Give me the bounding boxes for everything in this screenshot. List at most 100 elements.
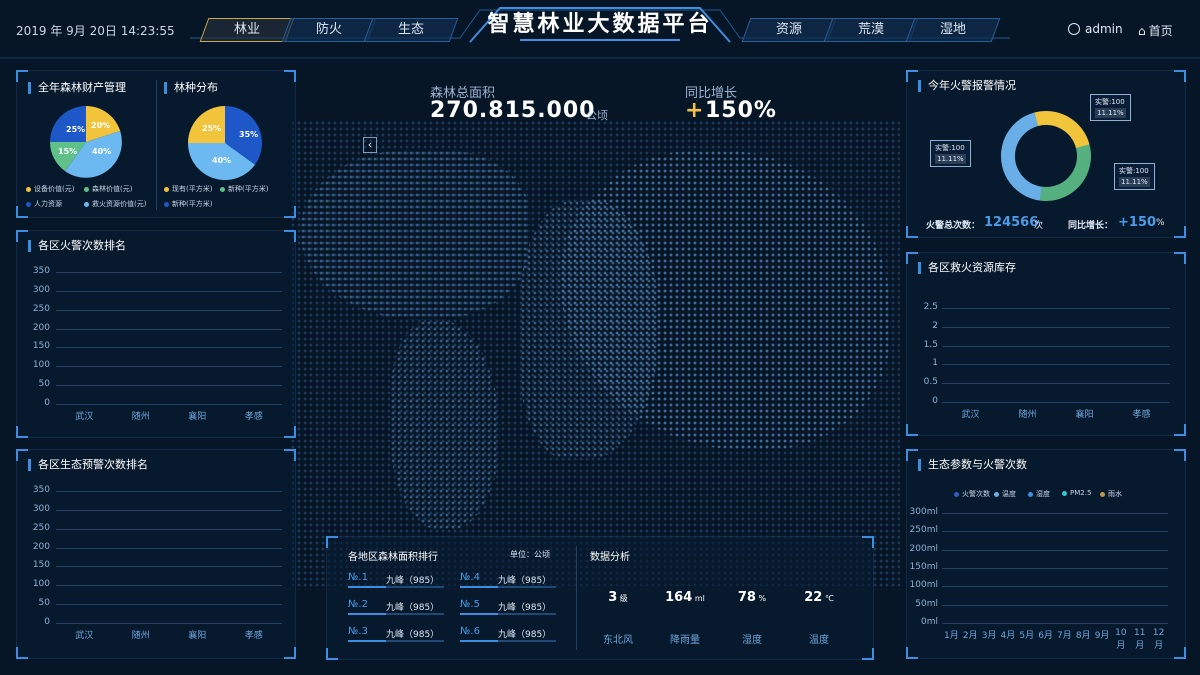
alarm-callout-2: 实警:100 11.11% — [930, 140, 971, 167]
eco-params-legend-item: 温度 — [994, 489, 1016, 499]
alarm-callout-1: 实警:100 11.11% — [1090, 94, 1131, 121]
assets-pie — [50, 106, 122, 178]
analysis-title: 数据分析 — [590, 552, 630, 563]
panel-eco-params-xtick: 6月 — [1038, 631, 1053, 641]
panel-eco-rank-ytick: 250 — [32, 522, 50, 533]
panel-rescue-xtick: 襄阳 — [1075, 410, 1094, 420]
panel-eco-params-gridline — [942, 531, 1168, 533]
panel-eco-rank-xtick: 随州 — [131, 631, 150, 641]
analysis-stat-value: 3 级 — [608, 590, 628, 605]
user-menu[interactable]: admin — [1068, 22, 1123, 36]
forest-area-unit: 公顷 — [586, 109, 608, 122]
pie2-label-1: 35% — [239, 130, 259, 139]
area-rank-bar — [460, 586, 556, 588]
page-title: 智慧林业大数据平台 — [487, 12, 713, 37]
analysis-stat-value: 22 ℃ — [804, 590, 834, 605]
alarm-callout-3: 实警:100 11.11% — [1114, 163, 1155, 190]
panel-eco-rank-ytick: 150 — [32, 560, 50, 571]
panel-eco-params: 生态参数与火警次数 300ml 250ml 200ml 150ml 100ml 50ml 0… — [906, 449, 1186, 659]
area-rank-number: №.1 — [348, 572, 368, 583]
panel-eco-params-gridline — [942, 604, 1168, 606]
area-rank-number: №.5 — [460, 599, 480, 610]
panel-fire-rank-ytick: 300 — [32, 284, 50, 295]
panel-eco-rank-xtick: 武汉 — [75, 631, 94, 641]
pie1-legend-4: 救火资源价值(元) — [84, 199, 146, 209]
pie1-legend-1: 设备价值(元) — [26, 184, 74, 194]
panel-rescue-ytick: 1 — [932, 358, 938, 369]
alarm-growth-label: 同比增长： — [1068, 221, 1114, 231]
panel-eco-rank-gridline — [56, 623, 282, 624]
area-rank-bar — [348, 640, 444, 642]
panel-eco-params-ytick: 100ml — [909, 580, 938, 591]
panel-eco-params-xtick: 4月 — [1000, 631, 1016, 641]
panel-fire-rank-gridline — [56, 328, 282, 330]
alarm-total-unit: 次 — [1034, 221, 1044, 231]
tab-resources[interactable]: 资源 — [741, 18, 837, 42]
pie1-legend-3: 人力资源 — [26, 199, 62, 209]
panel-fire-rank-title: 各区火警次数排名 — [28, 240, 126, 252]
panel-eco-params-xtick: 11月 — [1134, 628, 1146, 651]
panel-bottom-center: 各地区森林面积排行 单位：公顷 数据分析 №.1 九峰（985） №.2 九峰（985… — [326, 536, 874, 660]
panel-fire-rank-ytick: 200 — [32, 322, 50, 333]
alarm-growth-value: +150 — [1118, 215, 1157, 230]
analysis-stat-label: 温度 — [809, 635, 829, 646]
panel-eco-rank-ytick: 350 — [32, 485, 50, 495]
area-rank-number: №.6 — [460, 626, 480, 637]
pie2-label-2: 40% — [212, 156, 232, 165]
panel-fire-rank-gridline — [56, 404, 282, 405]
panel-fire-rank: 各区火警次数排名 350 300 250 200 150 100 50 0 武汉 随州 襄阳 孝感 — [16, 230, 296, 438]
panel-rescue-gridline — [942, 326, 1170, 328]
panel-fire-rank-xtick: 孝感 — [244, 412, 263, 422]
panel-eco-rank-gridline — [56, 585, 282, 587]
area-rank-number: №.4 — [460, 572, 480, 583]
panel-eco-params-title: 生态参数与火警次数 — [918, 459, 1027, 471]
area-rank-title: 各地区森林面积排行 — [348, 552, 438, 563]
tab-fire-prevention[interactable]: 防火 — [281, 18, 377, 42]
panel-rescue-gridline — [942, 383, 1170, 385]
panel-fire-rank-gridline — [56, 366, 282, 368]
tab-forestry[interactable]: 林业 — [199, 18, 295, 42]
eco-params-legend-item: 湿度 — [1028, 489, 1050, 499]
panel-eco-rank-xtick: 孝感 — [244, 631, 263, 641]
panel-species-title: 林种分布 — [164, 82, 218, 94]
panel-rescue: 各区救火资源库存 2.5 2 1.5 1 0.5 0 武汉 随州 襄阳 孝感 — [906, 252, 1186, 436]
panel-eco-params-gridline — [942, 623, 1168, 624]
panel-eco-params-gridline — [942, 513, 1168, 514]
home-link[interactable]: ⌂ 首页 — [1138, 22, 1173, 39]
forest-area-value: 270.815.000 — [430, 98, 596, 123]
analysis-stat-label: 湿度 — [742, 635, 762, 646]
pie1-label-1: 20% — [91, 121, 111, 130]
collapse-left-button[interactable]: ‹ — [363, 137, 377, 153]
tab-desert[interactable]: 荒漠 — [823, 18, 919, 42]
panel-eco-rank-ytick: 100 — [32, 579, 50, 590]
panel-eco-params-xtick: 2月 — [962, 631, 978, 641]
pie1-legend-2: 森林价值(元) — [84, 184, 132, 194]
growth-plus: + — [685, 98, 704, 123]
panel-eco-params-gridline — [942, 568, 1168, 569]
panel-rescue-title: 各区救火资源库存 — [918, 262, 1016, 274]
area-rank-name: 九峰（985） — [386, 576, 440, 586]
panel-eco-params-xtick: 7月 — [1057, 631, 1072, 641]
panel-eco-params-ytick: 200ml — [909, 543, 938, 554]
area-rank-bar — [460, 613, 556, 615]
pie2-legend-1: 现有(平方米) — [164, 184, 212, 194]
analysis-stat-value: 78 % — [737, 590, 767, 605]
tab-wetland[interactable]: 湿地 — [905, 18, 1001, 42]
pie2-legend-3: 新种(平方米) — [164, 199, 212, 209]
panel-eco-params-xtick: 5月 — [1019, 631, 1035, 641]
growth-value: 150% — [705, 98, 777, 123]
panel-eco-rank-gridline — [56, 566, 282, 568]
panel-rescue-gridline — [942, 364, 1170, 366]
panel-rescue-gridline — [942, 402, 1170, 403]
alarm-total-label: 火警总次数： — [926, 221, 981, 231]
panel-eco-params-xtick: 1月 — [944, 631, 959, 641]
panel-alarm: 今年火警报警情况 实警:100 11.11% 实警:100 11.11% 实警:10… — [906, 70, 1186, 238]
panel-eco-rank-ytick: 50 — [38, 598, 50, 609]
eco-params-legend-item: PM2.5 — [1062, 489, 1091, 497]
tab-ecology[interactable]: 生态 — [363, 18, 459, 42]
panel-eco-rank-ytick: 200 — [32, 541, 50, 552]
panel-eco-rank-title: 各区生态预警次数排名 — [28, 459, 148, 471]
panel-rescue-gridline — [942, 308, 1170, 309]
panel-alarm-title: 今年火警报警情况 — [918, 80, 1016, 92]
panel-fire-rank-gridline — [56, 385, 282, 387]
